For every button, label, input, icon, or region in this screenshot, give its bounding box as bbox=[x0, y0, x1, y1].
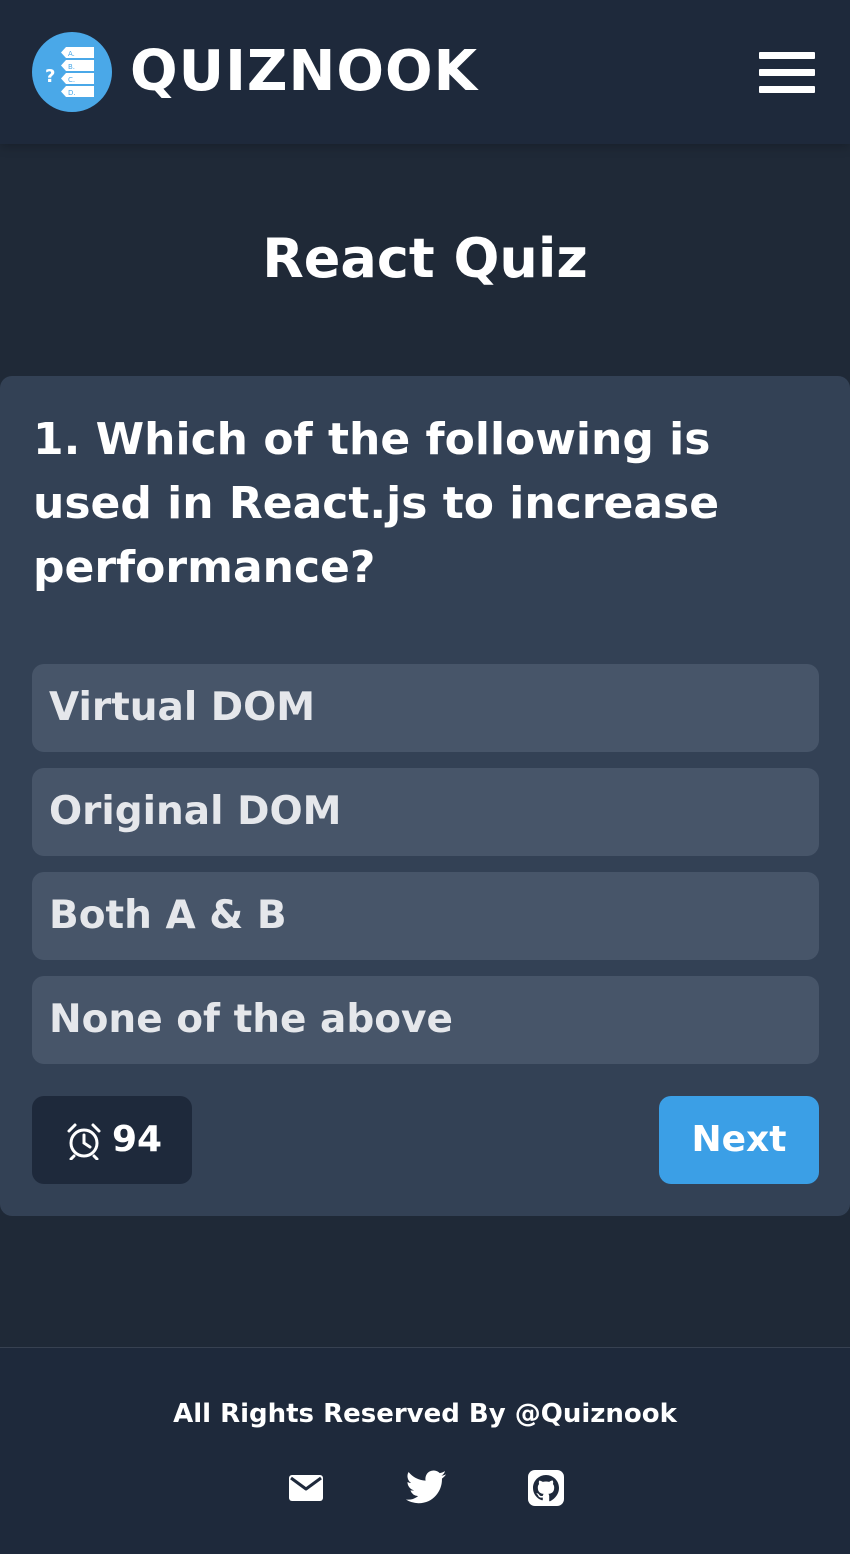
alarm-clock-icon bbox=[67, 1123, 101, 1160]
app-header: ? A. B. C. D. QUIZNOOK bbox=[0, 0, 850, 144]
svg-text:?: ? bbox=[45, 66, 55, 87]
answer-option-4[interactable]: None of the above bbox=[32, 976, 819, 1064]
svg-text:D.: D. bbox=[68, 89, 76, 97]
timer-value: 94 bbox=[112, 1119, 163, 1160]
page-title: React Quiz bbox=[262, 227, 588, 290]
footer bbox=[0, 1347, 850, 1554]
svg-text:A.: A. bbox=[68, 50, 75, 58]
answer-option-1[interactable]: Virtual DOM bbox=[32, 664, 819, 752]
timer: 94 bbox=[32, 1096, 192, 1184]
brand-name[interactable]: QUIZNOOK bbox=[130, 38, 478, 106]
twitter-icon[interactable] bbox=[404, 1466, 448, 1510]
question-text: 1. Which of the following is used in Rea… bbox=[33, 414, 720, 593]
github-icon[interactable] bbox=[524, 1466, 568, 1510]
svg-text:C.: C. bbox=[68, 76, 75, 84]
svg-text:B.: B. bbox=[68, 63, 75, 71]
quiz-list-icon[interactable]: ? A. B. C. D. bbox=[32, 32, 112, 112]
copyright-text: All Rights Reserved By @Quiznook bbox=[173, 1399, 677, 1429]
mail-icon[interactable] bbox=[284, 1466, 328, 1510]
answer-option-2[interactable]: Original DOM bbox=[32, 768, 819, 856]
answer-option-3[interactable]: Both A & B bbox=[32, 872, 819, 960]
next-button[interactable]: Next bbox=[659, 1096, 819, 1184]
hamburger-menu-icon[interactable] bbox=[756, 50, 818, 94]
